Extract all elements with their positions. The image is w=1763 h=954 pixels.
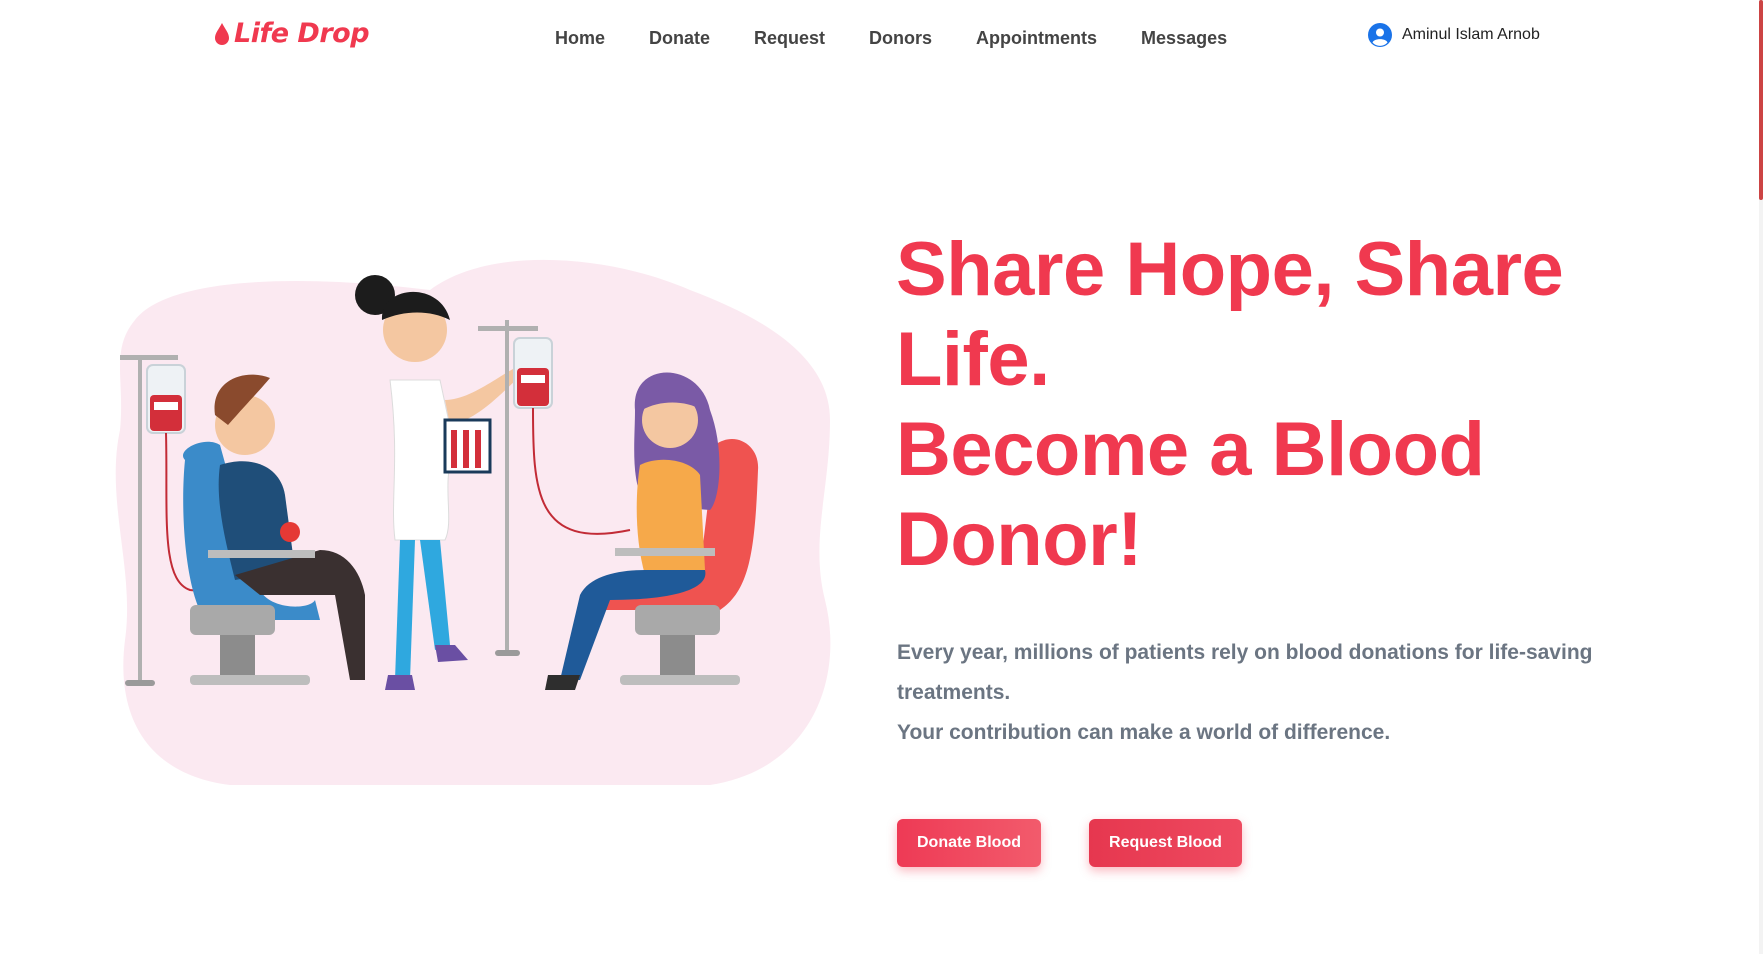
blood-donation-illustration [115,259,831,786]
nav-home[interactable]: Home [555,26,605,50]
hero-description: Every year, millions of patients rely on… [897,633,1617,753]
hero-description-line: Your contribution can make a world of di… [897,721,1391,744]
brand-name: Life Drop [234,18,370,49]
hero-title-line: Share Hope, Share [896,227,1564,312]
hero-description-line: treatments. [897,681,1011,704]
main-nav: Home Donate Request Donors Appointments … [555,26,1271,50]
nav-donors[interactable]: Donors [869,26,932,50]
scrollbar[interactable] [1759,0,1763,954]
request-blood-button[interactable]: Request Blood [1089,819,1242,867]
brand-logo[interactable]: Life Drop [214,18,370,49]
scrollbar-thumb[interactable] [1759,0,1763,200]
nav-request[interactable]: Request [754,26,825,50]
hero-title-line: Donor! [896,497,1143,582]
user-name: Aminul Islam Arnob [1402,26,1540,43]
nav-appointments[interactable]: Appointments [976,26,1097,50]
hero-title-line: Become a Blood [896,407,1485,492]
nav-messages[interactable]: Messages [1141,26,1227,50]
hero-description-line: Every year, millions of patients rely on… [897,641,1593,664]
blood-drop-icon [215,22,229,45]
navbar: Life Drop Home Donate Request Donors App… [0,0,1763,72]
hero-title-line: Life. [896,317,1050,402]
user-menu[interactable]: Aminul Islam Arnob [1368,23,1540,47]
user-avatar-icon [1368,23,1392,47]
nav-donate[interactable]: Donate [649,26,710,50]
donate-blood-button[interactable]: Donate Blood [897,819,1041,867]
hero-title: Share Hope, Share Life. Become a Blood D… [896,225,1616,585]
